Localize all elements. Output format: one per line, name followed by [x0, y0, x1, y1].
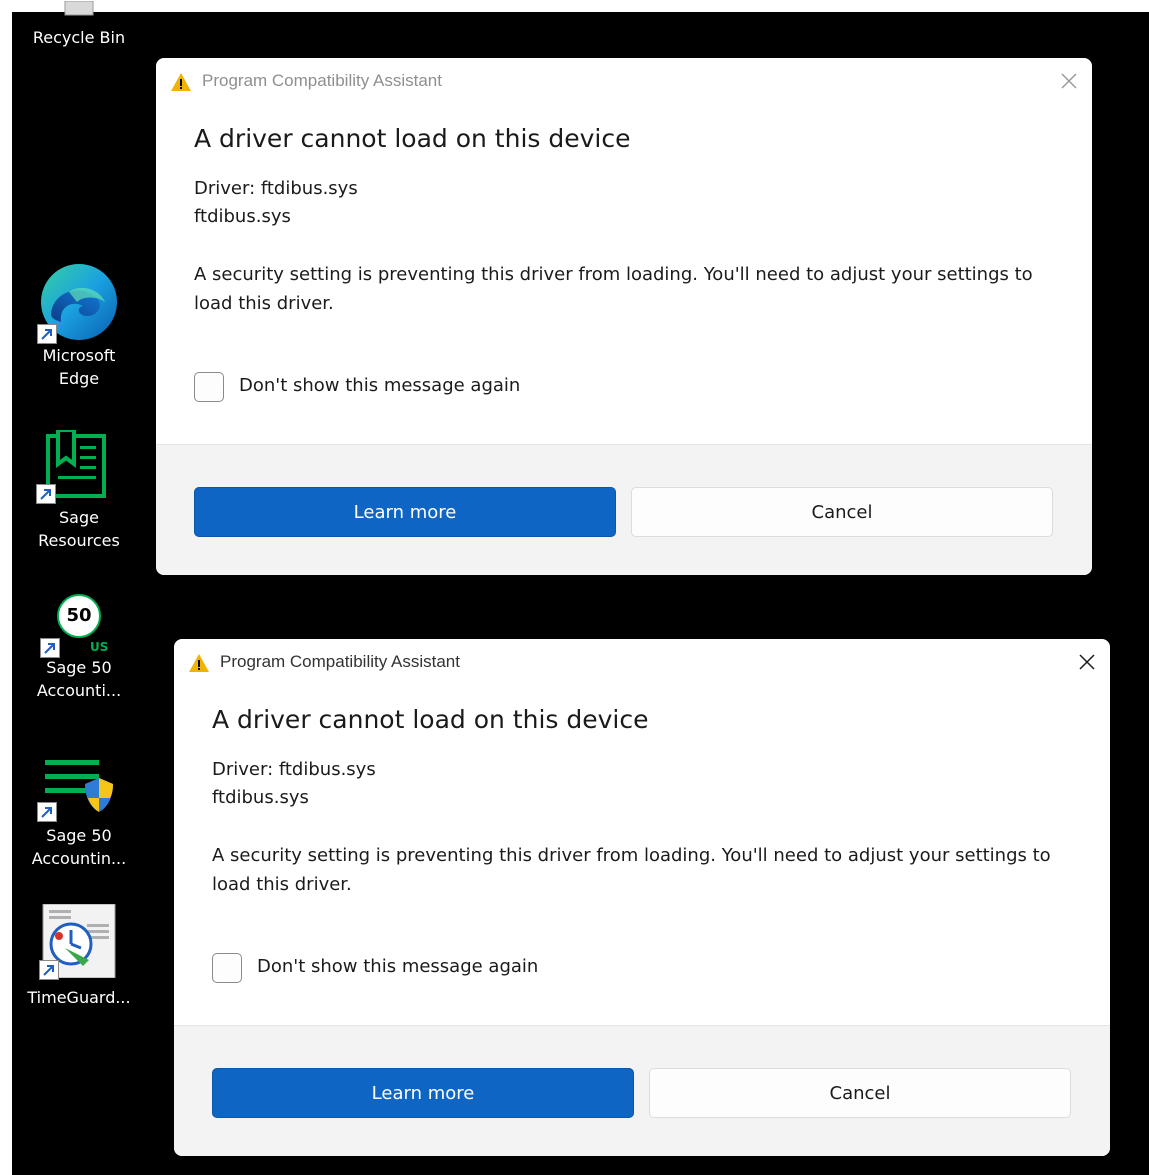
shortcut-arrow-icon [37, 324, 57, 344]
dialog-heading: A driver cannot load on this device [194, 124, 631, 153]
edge-icon [37, 262, 119, 344]
cancel-button[interactable]: Cancel [631, 487, 1053, 537]
desktop-icon-label: TimeGuard... [27, 988, 131, 1007]
learn-more-button[interactable]: Learn more [212, 1068, 634, 1118]
driver-name: Driver: ftdibus.sys [212, 759, 376, 780]
desktop-icon-timeguard[interactable]: TimeGuard... [14, 903, 144, 1009]
learn-more-button[interactable]: Learn more [194, 487, 616, 537]
desktop-icon-sage-50-accounting[interactable]: Sage 50 Accountin... [14, 756, 144, 870]
driver-file: ftdibus.sys [212, 787, 309, 808]
desktop-icon-label: Recycle Bin [32, 28, 126, 47]
dialog-message: A security setting is preventing this dr… [194, 264, 1033, 314]
dont-show-again-label[interactable]: Don't show this message again [257, 956, 538, 977]
cancel-button[interactable]: Cancel [649, 1068, 1071, 1118]
desktop-icon-label: Microsoft Edge [42, 346, 116, 388]
compatibility-dialog-background[interactable]: Program Compatibility Assistant A driver… [156, 58, 1092, 575]
desktop-icon-sage-resources[interactable]: Sage Resources [14, 428, 144, 552]
close-button[interactable] [1070, 645, 1104, 679]
sage-50-badge-number: 50 [66, 605, 92, 626]
shortcut-arrow-icon [36, 484, 56, 504]
dialog-heading: A driver cannot load on this device [212, 705, 649, 734]
dialog-message: A security setting is preventing this dr… [212, 845, 1051, 895]
sage-50-badge-region: US [90, 640, 109, 654]
dialog-titlebar[interactable]: Program Compatibility Assistant [174, 639, 1110, 687]
sage-50-us-icon: 50 US [40, 594, 114, 658]
dont-show-again-label[interactable]: Don't show this message again [239, 375, 520, 396]
shortcut-arrow-icon [37, 802, 57, 822]
recycle-bin-icon [59, 0, 99, 16]
desktop-icon-edge[interactable]: Microsoft Edge [14, 262, 144, 390]
close-icon [1061, 73, 1077, 89]
dialog-footer: Learn more Cancel [156, 444, 1092, 575]
driver-name: Driver: ftdibus.sys [194, 178, 358, 199]
dialog-title: Program Compatibility Assistant [220, 652, 460, 671]
screen-edge [0, 1163, 12, 1175]
dialog-footer: Learn more Cancel [174, 1025, 1110, 1156]
desktop-icon-sage-50-us[interactable]: 50 US Sage 50 Accounti... [14, 594, 144, 702]
close-button[interactable] [1052, 64, 1086, 98]
desktop-icon-label: Sage Resources [38, 508, 120, 550]
warning-icon [189, 654, 209, 672]
sage-50-shield-icon [37, 756, 117, 822]
close-icon [1079, 654, 1095, 670]
dont-show-again-checkbox[interactable] [212, 953, 242, 983]
dont-show-again-checkbox[interactable] [194, 372, 224, 402]
shortcut-arrow-icon [39, 960, 59, 980]
shortcut-arrow-icon [40, 638, 60, 658]
desktop-icon-recycle-bin[interactable]: Recycle Bin [14, 0, 144, 49]
desktop-icon-label: Sage 50 Accountin... [31, 826, 127, 868]
warning-icon [171, 73, 191, 91]
desktop-icon-label: Sage 50 Accounti... [36, 658, 122, 700]
compatibility-dialog-foreground[interactable]: Program Compatibility Assistant A driver… [174, 639, 1110, 1156]
sage-resources-icon [36, 428, 114, 504]
dialog-titlebar[interactable]: Program Compatibility Assistant [156, 58, 1092, 106]
driver-file: ftdibus.sys [194, 206, 291, 227]
timeguard-icon [39, 903, 117, 980]
dialog-title: Program Compatibility Assistant [202, 71, 442, 90]
